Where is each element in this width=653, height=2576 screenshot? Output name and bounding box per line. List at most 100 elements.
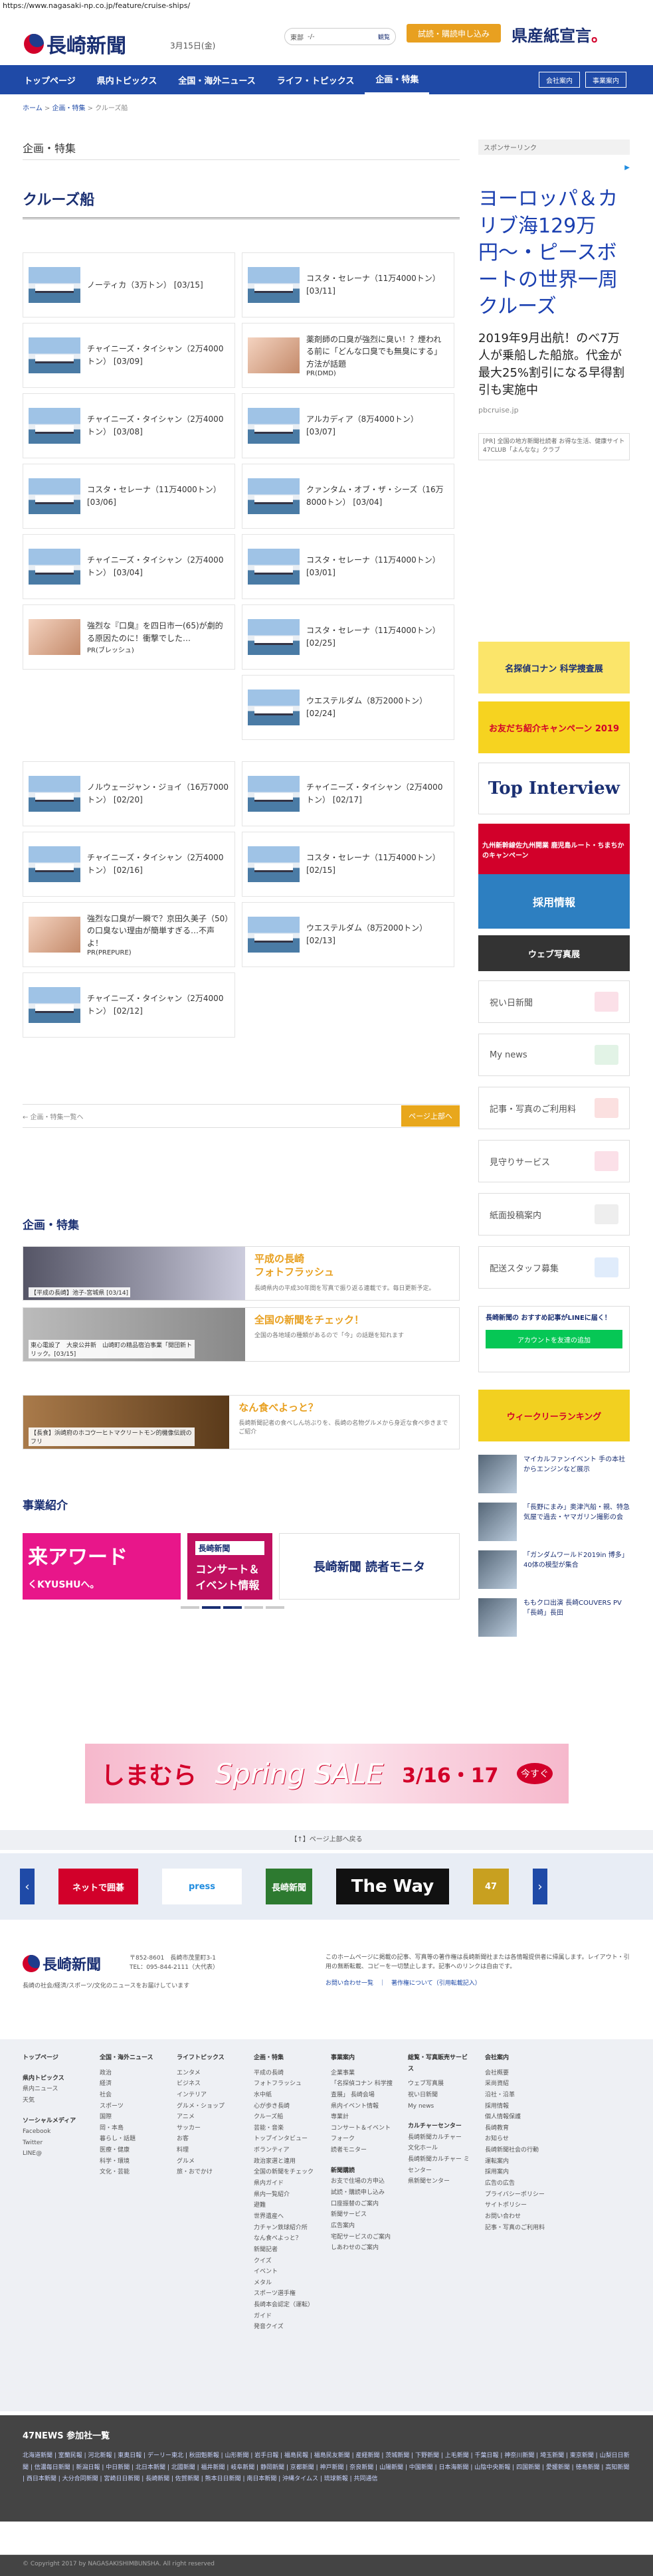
side-article[interactable]: 「長野にまみ」奥津汽船・親、特急気屋で過去・ヤマガリン撮影の会: [478, 1503, 630, 1541]
article-card[interactable]: コスタ・セレーナ（11万4000トン） [03/01]: [242, 534, 454, 599]
sitemap-link[interactable]: お客: [177, 2134, 240, 2145]
sitemap-link[interactable]: フォトフラッシュ: [254, 2078, 318, 2090]
sitemap-link[interactable]: グルメ・ショップ: [177, 2101, 240, 2112]
side-link[interactable]: 見守りサービス: [478, 1140, 630, 1182]
sitemap-link[interactable]: 口座振替のご案内: [331, 2199, 395, 2210]
footer-logo[interactable]: 長崎新聞: [23, 1953, 101, 1974]
partner-press[interactable]: press: [162, 1869, 242, 1904]
sitemap-link[interactable]: 「名探偵コナン 科学捜査展」 長崎会場: [331, 2078, 395, 2100]
weather-selector[interactable]: 東部 -/- 観覧: [284, 28, 396, 45]
sitemap-link[interactable]: 発音クイズ: [254, 2322, 318, 2333]
nav-business[interactable]: 事業案内: [585, 72, 626, 88]
sitemap-link[interactable]: 心が歩き長崎: [254, 2101, 318, 2112]
banner-top-interview[interactable]: Top Interview: [478, 763, 630, 814]
sitemap-link[interactable]: 県内一覧紹介: [254, 2189, 318, 2201]
sitemap-link[interactable]: 避難: [254, 2200, 318, 2211]
article-card[interactable]: アルカディア（8万4000トン） [03/07]: [242, 393, 454, 458]
sitemap-link[interactable]: 採用情報: [485, 2101, 549, 2112]
sitemap-link[interactable]: 試読・購読申し込み: [331, 2187, 395, 2199]
sitemap-link[interactable]: 天気: [23, 2095, 86, 2106]
sitemap-link[interactable]: 企業事業: [331, 2068, 395, 2079]
article-card[interactable]: コスタ・セレーナ（11万4000トン） [02/25]: [242, 604, 454, 670]
nav-company[interactable]: 会社案内: [539, 72, 580, 88]
feature-item[interactable]: 東心電設了 大泉公井新 山崎町の精品宿泊事業「開団新トリック。[03/15] 全…: [23, 1307, 460, 1362]
sitemap-link[interactable]: 採用案内: [485, 2167, 549, 2178]
sitemap-link[interactable]: 沿社・沿革: [485, 2090, 549, 2101]
sitemap-link[interactable]: 科学・環境: [100, 2156, 163, 2167]
sitemap-link[interactable]: 旅・おでかけ: [177, 2167, 240, 2178]
partner-nagasaki[interactable]: 長崎新聞: [266, 1869, 312, 1904]
trial-subscribe-button[interactable]: 試読・購読申し込み: [407, 24, 501, 43]
business-slide-monitor[interactable]: 長崎新聞 読者モニタ: [278, 1533, 460, 1600]
sitemap-link[interactable]: しあわせのご案内: [331, 2243, 395, 2254]
slider-dot[interactable]: [202, 1606, 221, 1609]
sitemap-link[interactable]: 宅配サービスのご案内: [331, 2232, 395, 2243]
sitemap-link[interactable]: スポーツ選手権: [254, 2288, 318, 2300]
sitemap-link[interactable]: Twitter: [23, 2138, 86, 2149]
sitemap-link[interactable]: エンタメ: [177, 2068, 240, 2079]
sitemap-link[interactable]: 長崎新聞社会の行動: [485, 2145, 549, 2156]
article-card[interactable]: ウエステルダム（8万2000トン） [02/24]: [242, 675, 454, 740]
side-article[interactable]: ももクロ出演 長崎COUVERS PV「長崎」長田: [478, 1598, 630, 1637]
pr-note[interactable]: [PR] 全国の地方新聞社読者 お得な生活、健康サイト 47CLUB「よんなな」…: [478, 432, 630, 460]
article-card[interactable]: コスタ・セレーナ（11万4000トン） [03/11]: [242, 252, 454, 318]
article-card[interactable]: チャイニーズ・タイシャン（2万4000トン） [02/12]: [23, 972, 235, 1038]
sitemap-link[interactable]: ウェブ写真展: [408, 2078, 472, 2090]
slider-dot[interactable]: [223, 1606, 242, 1609]
sitemap-link[interactable]: 会社概要: [485, 2068, 549, 2079]
article-card[interactable]: チャイニーズ・タイシャン（2万4000トン） [03/09]: [23, 323, 235, 388]
sitemap-link[interactable]: 長崎新聞カルチャー ミセンター: [408, 2154, 472, 2176]
sitemap-link[interactable]: 全国の新聞をチェック: [254, 2167, 318, 2178]
sitemap-link[interactable]: 料理: [177, 2145, 240, 2156]
slider-dot[interactable]: [244, 1606, 263, 1609]
sitemap-link[interactable]: 長崎教育: [485, 2123, 549, 2134]
side-link[interactable]: 配送スタッフ募集: [478, 1246, 630, 1289]
nav-top[interactable]: トップページ: [13, 65, 86, 94]
sitemap-heading[interactable]: 事業案内: [331, 2053, 395, 2064]
sitemap-link[interactable]: Facebook: [23, 2126, 86, 2138]
footer-links[interactable]: お問い合わせ一覧 ｜ 著作権について（引用転載記入）: [326, 1978, 481, 1987]
sitemap-link[interactable]: アニメ: [177, 2112, 240, 2123]
carousel-next-icon[interactable]: ›: [533, 1869, 547, 1904]
article-card[interactable]: チャイニーズ・タイシャン（2万4000トン） [02/16]: [23, 832, 235, 897]
feature-item[interactable]: 【長食】浜崎府のホコウ一ヒトマクリートモン的機像伝説のフリ なん食べよっと？ 長崎…: [23, 1395, 460, 1449]
sitemap-link[interactable]: 政治: [100, 2068, 163, 2079]
sitemap-link[interactable]: 県新聞センター: [408, 2176, 472, 2187]
sitemap-link[interactable]: スポーツ: [100, 2101, 163, 2112]
sitemap-heading[interactable]: 全国・海外ニュース: [100, 2053, 163, 2064]
sitemap-link[interactable]: 世界遺産へ: [254, 2211, 318, 2223]
sitemap-link[interactable]: クルーズ船: [254, 2112, 318, 2123]
sitemap-link[interactable]: 暮らし・話題: [100, 2134, 163, 2145]
banner-recruit[interactable]: 採用情報: [478, 874, 630, 929]
sitemap-link[interactable]: 医療・健康: [100, 2145, 163, 2156]
sitemap-subheading[interactable]: 県内トピックス: [23, 2073, 86, 2084]
sitemap-link[interactable]: クイズ: [254, 2256, 318, 2267]
sitemap-link[interactable]: 読者モニター: [331, 2145, 395, 2156]
article-card[interactable]: チャイニーズ・タイシャン（2万4000トン） [02/17]: [242, 761, 454, 826]
sponsored-ad-url[interactable]: pbcruise.jp: [478, 406, 630, 414]
business-slide-concert[interactable]: 長崎新聞 コンサート＆イベント情報: [187, 1533, 272, 1600]
sitemap-link[interactable]: 采尚資紹: [485, 2078, 549, 2090]
banner-shinkansen[interactable]: 九州新幹線佐九州開業 鹿児島ルート・ちまちかのキャンペーン: [478, 824, 630, 875]
sitemap-link[interactable]: 政治家選と連用: [254, 2156, 318, 2167]
sitemap-link[interactable]: 県内ニュース: [23, 2084, 86, 2095]
business-slide-award[interactable]: 来アワード くKYUSHUへ。: [23, 1533, 181, 1600]
side-link[interactable]: My news: [478, 1034, 630, 1076]
sitemap-link[interactable]: インテリア: [177, 2090, 240, 2101]
site-logo[interactable]: 長崎新聞: [24, 29, 126, 58]
slider-dot[interactable]: [181, 1606, 199, 1609]
sitemap-link[interactable]: ボランティア: [254, 2145, 318, 2156]
senden-logo[interactable]: 県産紙宣言。: [512, 23, 607, 46]
news47-list[interactable]: 北海道新聞 | 室蘭民報 | 河北新報 | 東奥日報 | デーリー東北 | 秋田…: [23, 2450, 630, 2486]
sitemap-link[interactable]: 芸能・音楽: [254, 2123, 318, 2134]
sitemap-link[interactable]: 平成の長崎: [254, 2068, 318, 2079]
article-card[interactable]: 強烈な口臭が一瞬で？京田久美子（50）の口臭ない理由が簡単すぎる…不声よ！ PR(…: [23, 902, 235, 967]
page-top-button[interactable]: ページ上部へ: [401, 1105, 460, 1127]
sitemap-link[interactable]: グルメ: [177, 2156, 240, 2167]
breadcrumb-home[interactable]: ホーム: [23, 105, 43, 112]
sitemap-link[interactable]: サイトポリシー: [485, 2200, 549, 2211]
sitemap-link[interactable]: 文化・芸能: [100, 2167, 163, 2178]
breadcrumb-features[interactable]: 企画・特集: [52, 105, 85, 112]
sitemap-link[interactable]: 社会: [100, 2090, 163, 2101]
partner-47[interactable]: 47: [473, 1869, 509, 1904]
